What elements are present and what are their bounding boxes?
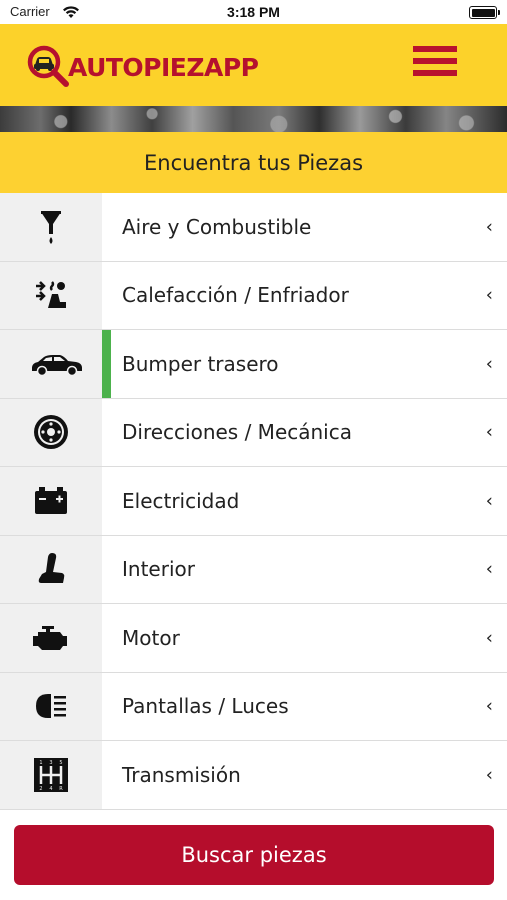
funnel-icon bbox=[41, 210, 61, 244]
category-row-aire-combustible[interactable]: Aire y Combustible ‹ bbox=[0, 193, 507, 262]
gear-shift-icon: 1 3 5 2 4 R bbox=[34, 757, 68, 792]
category-list: Aire y Combustible ‹ Calefacción / Enfri… bbox=[0, 193, 507, 810]
category-row-bumper-trasero[interactable]: Bumper trasero ‹ bbox=[0, 330, 507, 399]
category-label: Direcciones / Mecánica bbox=[122, 420, 352, 445]
brake-disc-icon bbox=[34, 415, 68, 450]
car-icon bbox=[32, 354, 82, 376]
auto-parts-banner-image bbox=[0, 106, 507, 132]
logo-text-app: APP bbox=[204, 52, 259, 82]
search-parts-button[interactable]: Buscar piezas bbox=[14, 825, 494, 885]
magnifier-car-logo-icon bbox=[27, 45, 69, 87]
chevron-left-icon: ‹ bbox=[485, 627, 493, 649]
svg-text:1: 1 bbox=[39, 760, 42, 766]
category-icon-cell bbox=[0, 467, 102, 535]
app-logo: AUTOPIEZAPP bbox=[26, 44, 259, 90]
headlight-icon bbox=[36, 694, 66, 719]
category-icon-cell bbox=[0, 604, 102, 672]
category-label: Motor bbox=[122, 625, 180, 650]
selected-marker bbox=[102, 330, 111, 398]
chevron-left-icon: ‹ bbox=[485, 558, 493, 580]
category-row-calefaccion-enfriador[interactable]: Calefacción / Enfriador ‹ bbox=[0, 261, 507, 330]
category-icon-cell bbox=[0, 261, 102, 329]
category-row-interior[interactable]: Interior ‹ bbox=[0, 535, 507, 604]
category-icon-cell bbox=[0, 398, 102, 466]
car-seat-heat-icon bbox=[36, 281, 66, 309]
chevron-left-icon: ‹ bbox=[485, 695, 493, 717]
category-label: Bumper trasero bbox=[122, 351, 279, 376]
category-icon-cell bbox=[0, 672, 102, 740]
svg-text:5: 5 bbox=[59, 760, 62, 766]
category-row-transmision[interactable]: 1 3 5 2 4 R Transmisión ‹ bbox=[0, 741, 507, 810]
logo-text: AUTOPIEZAPP bbox=[68, 53, 259, 82]
category-label: Aire y Combustible bbox=[122, 214, 312, 239]
svg-text:R: R bbox=[59, 786, 63, 792]
category-row-pantallas-luces[interactable]: Pantallas / Luces ‹ bbox=[0, 672, 507, 741]
category-icon-cell bbox=[0, 535, 102, 603]
svg-text:3: 3 bbox=[49, 760, 52, 766]
battery-status-icon bbox=[469, 6, 500, 19]
category-row-electricidad[interactable]: Electricidad ‹ bbox=[0, 467, 507, 536]
svg-text:4: 4 bbox=[49, 786, 52, 792]
category-label: Electricidad bbox=[122, 488, 240, 513]
chevron-left-icon: ‹ bbox=[485, 764, 493, 786]
svg-text:2: 2 bbox=[39, 786, 42, 792]
chevron-left-icon: ‹ bbox=[485, 421, 493, 443]
app-header: AUTOPIEZAPP bbox=[0, 24, 507, 106]
category-label: Transmisión bbox=[122, 762, 241, 787]
status-bar: Carrier 3:18 PM bbox=[0, 0, 507, 24]
chevron-left-icon: ‹ bbox=[485, 284, 493, 306]
engine-icon bbox=[33, 625, 67, 650]
logo-text-main: AUTOPIEZ bbox=[68, 52, 205, 82]
category-icon-cell: 1 3 5 2 4 R bbox=[0, 741, 102, 809]
category-row-direcciones-mecanica[interactable]: Direcciones / Mecánica ‹ bbox=[0, 398, 507, 467]
battery-icon bbox=[35, 486, 67, 514]
category-icon-cell bbox=[0, 330, 102, 398]
category-label: Interior bbox=[122, 557, 195, 582]
chevron-left-icon: ‹ bbox=[485, 353, 493, 375]
status-time: 3:18 PM bbox=[227, 4, 280, 20]
chevron-left-icon: ‹ bbox=[485, 216, 493, 238]
category-label: Pantallas / Luces bbox=[122, 694, 289, 719]
chevron-left-icon: ‹ bbox=[485, 490, 493, 512]
seat-icon bbox=[38, 553, 65, 584]
section-title: Encuentra tus Piezas bbox=[143, 150, 364, 175]
hamburger-menu-icon[interactable] bbox=[413, 46, 457, 80]
section-title-bar: Encuentra tus Piezas bbox=[0, 132, 507, 193]
category-label: Calefacción / Enfriador bbox=[122, 283, 349, 308]
category-icon-cell bbox=[0, 193, 102, 261]
category-row-motor[interactable]: Motor ‹ bbox=[0, 604, 507, 673]
